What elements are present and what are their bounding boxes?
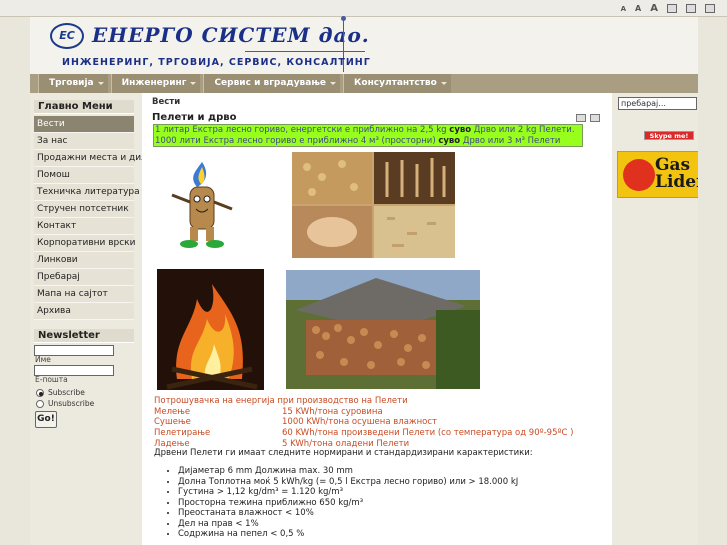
highlight-line: 1 литар Екстра лесно гориво, енергетски …: [155, 125, 575, 135]
main-navigation: Трговија Инженеринг Сервис и вградување …: [30, 74, 698, 93]
top-bar: A A A: [0, 0, 727, 17]
sidebar-item-contact[interactable]: Контакт: [34, 218, 134, 235]
sidebar-item-dealers[interactable]: Продажни места и дилери: [34, 150, 164, 167]
sidebar-item-help[interactable]: Помош: [34, 167, 134, 184]
list-item: Густина > 1,12 kg/dm³ = 1.120 kg/m³: [178, 487, 518, 498]
nav-item-consulting[interactable]: Консултантство: [343, 74, 451, 93]
page-edge: [698, 17, 727, 545]
font-small-button[interactable]: A: [621, 5, 626, 13]
newsletter-title: Newsletter: [34, 329, 134, 343]
sidebar-item-archive[interactable]: Архива: [34, 303, 134, 320]
newsletter-email-label: Е-пошта: [35, 375, 68, 384]
email-icon[interactable]: [590, 114, 600, 122]
search-input[interactable]: пребарај...: [618, 97, 697, 110]
list-item: Содржина на пепел < 0,5 %: [178, 529, 518, 540]
pellet-mascot-image: [157, 157, 247, 252]
print-icon[interactable]: [576, 114, 586, 122]
font-large-button[interactable]: A: [650, 3, 658, 14]
layout-narrow-icon[interactable]: [667, 4, 677, 13]
unsubscribe-label: Unsubscribe: [48, 399, 95, 408]
site-header: EC ЕНЕРГО СИСТЕМ дао. ИНЖЕНЕРИНГ, ТРГОВИ…: [30, 16, 698, 74]
sidebar-item-links[interactable]: Линкови: [34, 252, 134, 269]
subscribe-option[interactable]: Subscribe: [36, 388, 85, 397]
sidebar-item-sitemap[interactable]: Мапа на сајтот: [34, 286, 134, 303]
main-menu-title: Главно Мени: [34, 100, 134, 114]
sidebar-item-literature[interactable]: Техничка литература: [34, 184, 140, 201]
company-tagline: ИНЖЕНЕРИНГ, ТРГОВИЈА, СЕРВИС, КОНСАЛТИНГ: [62, 57, 371, 68]
newsletter-name-label: Име: [35, 355, 51, 364]
characteristics-list: Дијаметар 6 mm Должина max. 30 mm Долна …: [168, 466, 518, 540]
sidebar-item-about[interactable]: За нас: [34, 133, 134, 150]
list-item: Дијаметар 6 mm Должина max. 30 mm: [178, 466, 518, 477]
nav-item-service[interactable]: Сервис и вградување: [203, 74, 341, 93]
characteristics-intro: Дрвени Пелети ги имаат следните нормиран…: [154, 448, 533, 458]
sidebar-item-news[interactable]: Вести: [34, 116, 134, 133]
right-sidebar: пребарај... Skype me! Gas Lider: [611, 93, 722, 545]
highlight-box: 1 литар Екстра лесно гориво, енергетски …: [153, 124, 583, 147]
font-medium-button[interactable]: A: [635, 4, 641, 13]
skype-button[interactable]: Skype me!: [644, 131, 694, 140]
subscribe-label: Subscribe: [48, 388, 85, 397]
subscribe-radio[interactable]: [36, 388, 44, 397]
newsletter-go-button[interactable]: Go!: [35, 411, 57, 428]
article-title: Пелети и дрво: [152, 112, 237, 123]
energy-info: Потрошувачка на енергија при производств…: [154, 396, 573, 450]
layout-wide-icon[interactable]: [705, 4, 715, 13]
wood-house-image: [286, 270, 480, 389]
left-sidebar: Главно Мени Вести За нас Продажни места …: [30, 93, 164, 545]
energy-row: Мелење 15 KWh/тона суровина: [154, 406, 383, 417]
main-content: Вести Пелети и дрво 1 литар Екстра лесно…: [142, 93, 611, 545]
logo-line: [245, 51, 365, 52]
list-item: Долна Топлотна моќ 5 kWh/kg (= 0,5 l Екс…: [178, 477, 518, 488]
nav-item-trade[interactable]: Трговија: [38, 74, 108, 93]
breadcrumb: Вести: [152, 97, 181, 107]
layout-medium-icon[interactable]: [686, 4, 696, 13]
highlight-line: 1000 лити Екстра лесно гориво е приближн…: [155, 136, 561, 146]
sidebar-item-reminder[interactable]: Стручен потсетник: [34, 201, 134, 218]
bonfire-image: [157, 269, 264, 390]
main-menu: Вести За нас Продажни места и дилери Пом…: [34, 116, 164, 320]
energy-row: Пелетирање 60 KWh/тона произведени Пелети…: [154, 428, 574, 439]
list-item: Дел на прав < 1%: [178, 519, 518, 530]
list-item: Преостаната влажност < 10%: [178, 508, 518, 519]
nav-item-engineering[interactable]: Инженеринг: [110, 74, 201, 93]
font-tools: A A A: [621, 3, 715, 14]
energy-heading: Потрошувачка на енергија при производств…: [154, 396, 408, 406]
unsubscribe-radio[interactable]: [36, 399, 44, 408]
logo-dot: [341, 16, 346, 21]
company-name[interactable]: ЕНЕРГО СИСТЕМ дао.: [92, 23, 370, 47]
logo-icon[interactable]: EC: [50, 23, 84, 49]
gas-lider-logo-icon: [623, 159, 655, 191]
sidebar-item-search[interactable]: Пребарај: [34, 269, 134, 286]
unsubscribe-option[interactable]: Unsubscribe: [36, 399, 94, 408]
list-item: Просторна тежина приближно 650 kg/m³: [178, 498, 518, 509]
pellets-collage-image: [292, 152, 455, 258]
sidebar-item-corporate[interactable]: Корпоративни врски: [34, 235, 135, 252]
energy-row: Сушење 1000 KWh/тона осушена влажност: [154, 417, 437, 428]
